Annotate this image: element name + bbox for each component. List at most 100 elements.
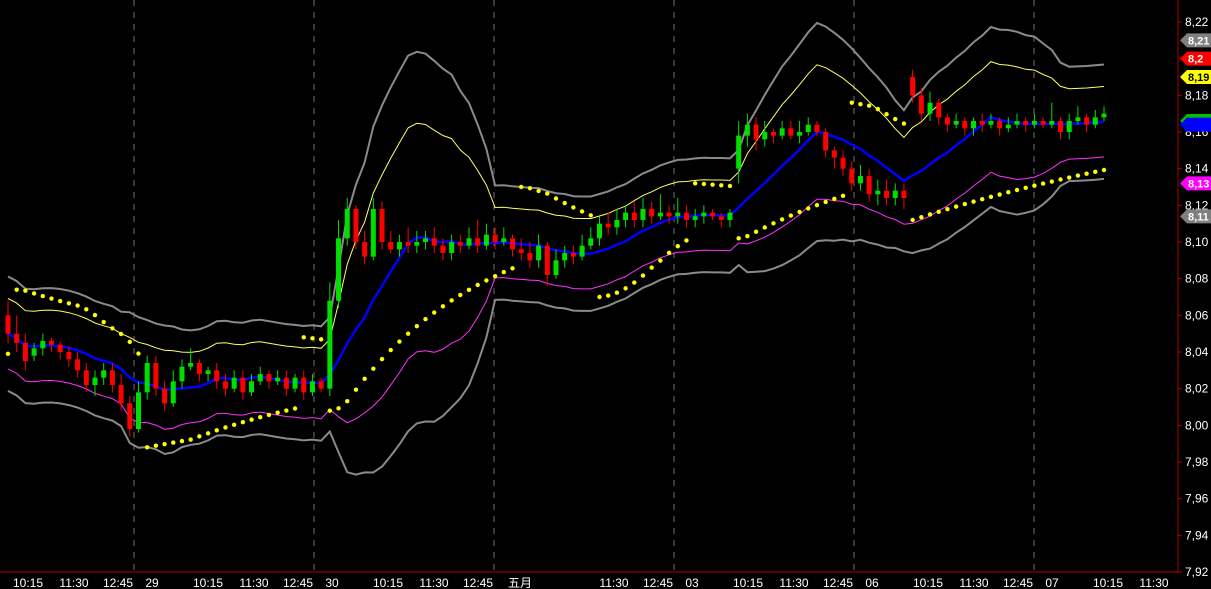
sar-dot (336, 406, 341, 411)
sar-dot (632, 280, 637, 285)
candle-body (823, 132, 829, 151)
sar-dot (240, 419, 246, 425)
candle-body (840, 157, 846, 169)
candle-body (327, 300, 333, 389)
candle-body (396, 242, 402, 250)
sar-dot (797, 209, 802, 215)
x-tick-label: 10:15 (913, 576, 943, 589)
sar-dot (1058, 177, 1063, 182)
candle-body (301, 377, 307, 393)
candle-body (527, 253, 533, 261)
candle-body (48, 341, 54, 345)
sar-dot (953, 204, 959, 209)
candle-body (614, 220, 620, 228)
price-badge-label: 8,21 (1188, 35, 1209, 47)
sar-dot (684, 238, 689, 243)
x-tick-label: 11:30 (239, 576, 268, 589)
candle-body (1005, 124, 1011, 129)
candle-body (449, 242, 455, 253)
candle-body (884, 190, 890, 198)
candle-body (510, 238, 516, 250)
sar-dot (231, 422, 237, 427)
candle-body (944, 117, 950, 125)
candle-body (40, 341, 46, 349)
sar-dot (936, 209, 941, 215)
candle-body (683, 212, 689, 220)
candle-body (962, 121, 968, 129)
candle-body (353, 209, 359, 242)
candle-body (318, 381, 324, 389)
sar-dot (449, 298, 454, 303)
sar-dot (692, 181, 698, 186)
sar-dot (579, 209, 585, 214)
sar-dot (536, 188, 541, 194)
candle-body (162, 388, 168, 404)
x-tick-label: 03 (685, 576, 699, 589)
candle-body (753, 124, 759, 140)
candle-body (666, 212, 672, 217)
x-tick-label: 10:15 (13, 576, 43, 589)
sar-dot (719, 183, 724, 188)
x-tick-label: 10:15 (733, 576, 763, 589)
sar-dot (153, 443, 159, 448)
sar-dot (545, 191, 550, 196)
x-tick-label: 30 (325, 576, 339, 589)
candle-body (170, 381, 176, 404)
sar-dot (701, 181, 707, 187)
x-tick-label: 11:30 (779, 576, 808, 589)
sar-dot (362, 376, 367, 382)
candle-body (570, 253, 576, 257)
y-tick-label: 8,06 (1185, 308, 1209, 322)
candle-body (231, 377, 237, 389)
price-badge-label: 8,11 (1188, 211, 1209, 223)
candle-body (553, 260, 559, 275)
candle-body (927, 102, 933, 114)
sar-dot (1049, 179, 1055, 184)
candle-body (997, 121, 1003, 129)
candle-body (483, 234, 489, 246)
candle-body (196, 363, 202, 374)
sar-dot (345, 399, 350, 404)
candlestick-chart: 8,228,208,188,168,148,128,108,088,068,04… (0, 0, 1211, 589)
candle-body (475, 238, 481, 246)
candle-body (762, 132, 768, 140)
sar-dot (57, 298, 63, 304)
y-tick-label: 7,92 (1185, 565, 1209, 579)
sar-dot (562, 200, 567, 206)
sar-dot (292, 406, 298, 411)
candle-body (135, 392, 141, 429)
sar-dot (779, 217, 785, 222)
sar-dot (666, 250, 672, 256)
candle-body (1031, 121, 1037, 125)
candle-body (336, 238, 342, 301)
sar-dot (127, 339, 132, 345)
sar-dot (971, 199, 976, 204)
sar-dot (858, 102, 863, 107)
sar-dot (806, 206, 811, 211)
candle-body (727, 212, 733, 220)
sar-dot (893, 116, 898, 122)
x-tick-label: 五月 (508, 576, 532, 589)
y-tick-label: 8,02 (1185, 382, 1209, 396)
sar-dot (849, 100, 854, 105)
sar-dot (1014, 187, 1020, 193)
sar-dot (23, 288, 28, 293)
candle-body (466, 238, 472, 246)
chart-background (0, 0, 1211, 589)
sar-dot (710, 182, 715, 187)
sar-dot (1023, 185, 1028, 191)
candle-body (692, 216, 698, 220)
candle-body (518, 249, 524, 253)
sar-dot (475, 282, 480, 288)
candle-body (579, 245, 585, 257)
sar-dot (440, 304, 446, 309)
sar-dot (658, 258, 663, 263)
candle-body (275, 377, 281, 382)
candle-body (283, 377, 289, 389)
sar-dot (266, 412, 272, 418)
candle-body (309, 381, 315, 393)
y-tick-label: 8,10 (1185, 235, 1209, 249)
candle-body (1014, 121, 1020, 125)
candle-body (536, 245, 542, 261)
sar-dot (197, 434, 202, 439)
